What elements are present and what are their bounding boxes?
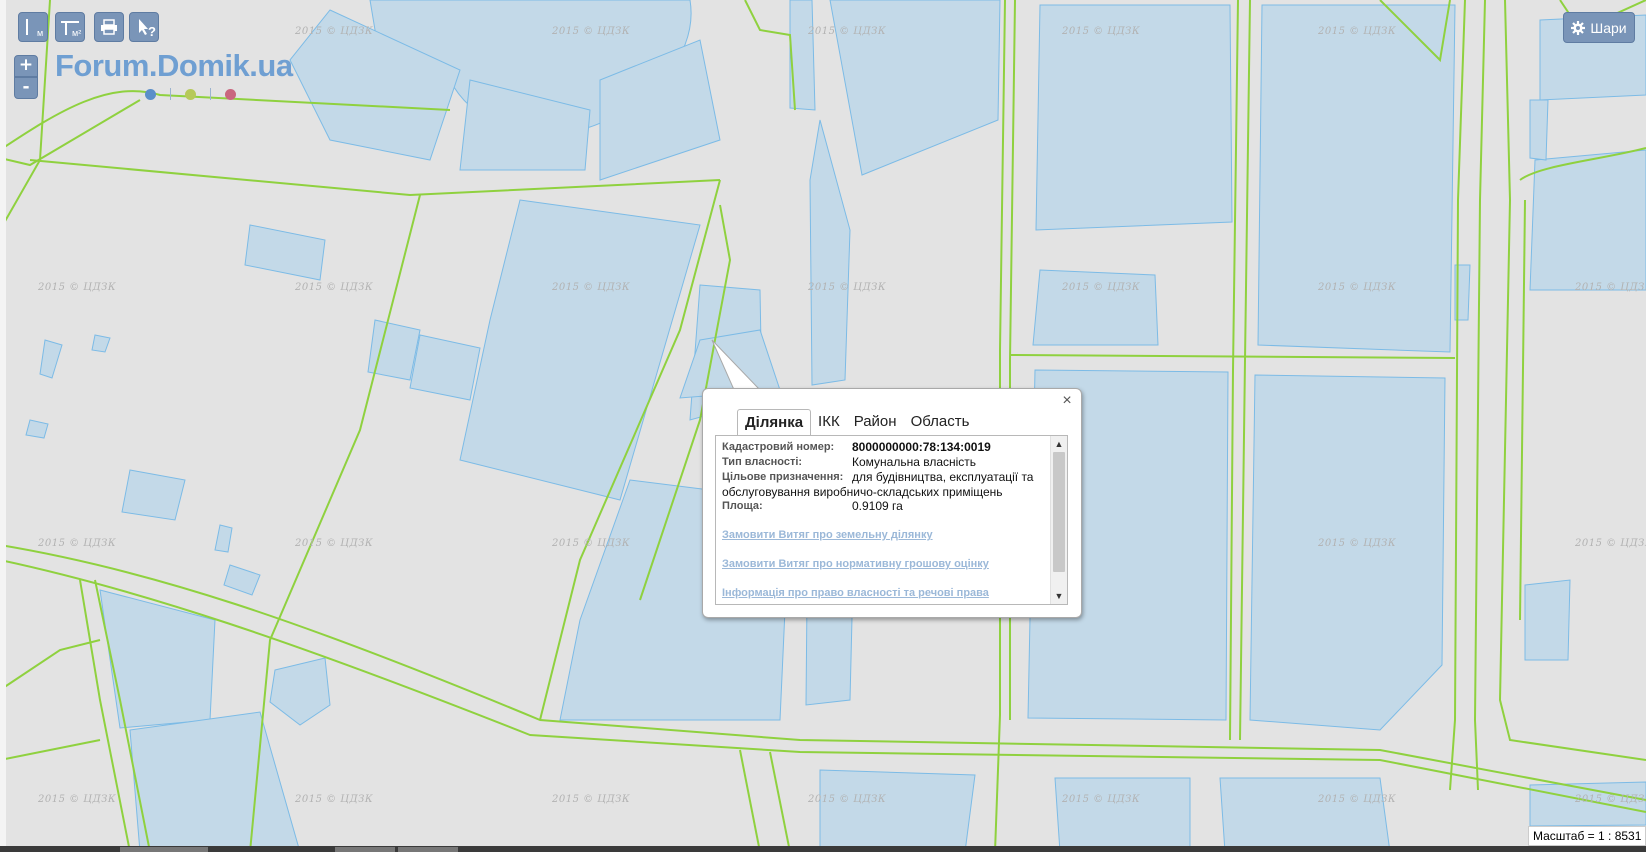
road	[739, 749, 761, 852]
parcel	[1529, 149, 1646, 291]
scroll-up-icon[interactable]: ▲	[1051, 436, 1067, 452]
layers-button[interactable]: Шари	[1563, 12, 1635, 43]
forum-logo[interactable]: Forum.Domik.ua	[55, 48, 293, 84]
parcel	[1529, 99, 1549, 161]
parcel	[214, 524, 233, 553]
parcel	[121, 469, 186, 521]
parcel	[39, 339, 63, 379]
gear-icon	[1571, 20, 1586, 35]
purpose-value: для будівництва, експлуатації та обслуго…	[722, 470, 1034, 499]
tab-region[interactable]: Область	[904, 409, 977, 435]
logo-dot-blue	[145, 89, 156, 100]
identify-button[interactable]: ?	[129, 12, 159, 42]
cadastral-number-label: Кадастровий номер:	[722, 441, 835, 453]
parcel	[819, 769, 976, 852]
order-valuation-extract-link[interactable]: Замовити Витяг про нормативну грошову оц…	[722, 558, 989, 570]
parcel	[1219, 777, 1391, 852]
parcel	[129, 711, 301, 852]
parcel	[1035, 4, 1233, 231]
road	[769, 751, 791, 852]
taskbar-item[interactable]	[335, 847, 395, 852]
tab-parcel[interactable]: Ділянка	[737, 409, 812, 437]
printer-icon	[101, 19, 117, 35]
ownership-type-value: Комунальна власність	[852, 455, 977, 469]
layers-button-label: Шари	[1590, 19, 1627, 36]
close-icon[interactable]: ×	[1059, 393, 1075, 409]
tab-ikk[interactable]: ІКК	[811, 409, 847, 435]
parcel	[459, 199, 701, 501]
road	[1473, 0, 1486, 791]
taskbar-item[interactable]	[398, 847, 458, 852]
parcel	[1524, 579, 1571, 661]
area-label: Площа:	[722, 500, 763, 512]
tab-district[interactable]: Район	[847, 409, 904, 435]
logo-dot-green	[185, 89, 196, 100]
parcel	[809, 119, 851, 386]
order-land-extract-link[interactable]: Замовити Витяг про земельну ділянку	[722, 529, 933, 541]
road	[1239, 0, 1251, 741]
parcel	[1032, 269, 1159, 346]
road	[744, 0, 796, 111]
print-button[interactable]	[94, 12, 124, 42]
ownership-rights-link[interactable]: Інформація про право власності та речові…	[722, 587, 989, 599]
zoom-out-button[interactable]: -	[14, 77, 38, 99]
parcel	[99, 589, 216, 729]
popup-scrollbar[interactable]: ▲ ▼	[1050, 436, 1067, 604]
ownership-type-label: Тип власності:	[722, 456, 803, 468]
parcel	[1054, 777, 1191, 852]
parcel	[223, 564, 261, 596]
popup-content[interactable]: Кадастровий номер: 8000000000:78:134:001…	[715, 435, 1068, 605]
logo-separator	[170, 88, 171, 100]
measure-area-unit: м²	[72, 28, 82, 38]
taskbar-item[interactable]	[120, 847, 208, 852]
zoom-in-button[interactable]: +	[14, 55, 38, 77]
road	[0, 639, 101, 691]
parcel-info-popup: × Ділянка ІКК Район Область Кадастровий …	[702, 388, 1082, 618]
area-value: 0.9109 га	[852, 499, 903, 513]
parcel	[1257, 4, 1456, 353]
parcel	[91, 334, 111, 353]
logo-separator	[210, 88, 211, 100]
parcel	[269, 657, 331, 726]
cadastral-number-value: 8000000000:78:134:0019	[852, 440, 991, 454]
parcel	[409, 334, 481, 401]
road	[0, 739, 101, 761]
identify-question-mark: ?	[148, 24, 156, 39]
left-edge	[0, 0, 6, 852]
parcel	[25, 419, 49, 439]
logo-dot-red	[225, 89, 236, 100]
measure-distance-unit: м	[37, 28, 44, 38]
parcel	[829, 0, 1001, 176]
road	[249, 194, 421, 852]
measure-distance-button[interactable]: м	[18, 12, 48, 42]
popup-tabs: Ділянка ІКК Район Область	[737, 409, 977, 437]
parcel	[1249, 374, 1446, 731]
scroll-thumb[interactable]	[1053, 452, 1065, 572]
map-scale: Масштаб = 1 : 8531	[1528, 826, 1646, 846]
road	[0, 99, 141, 167]
taskbar-strip	[0, 846, 1646, 852]
measure-area-button[interactable]: м²	[55, 12, 85, 42]
parcel	[244, 224, 326, 281]
road	[1519, 199, 1526, 621]
scroll-down-icon[interactable]: ▼	[1051, 588, 1067, 604]
